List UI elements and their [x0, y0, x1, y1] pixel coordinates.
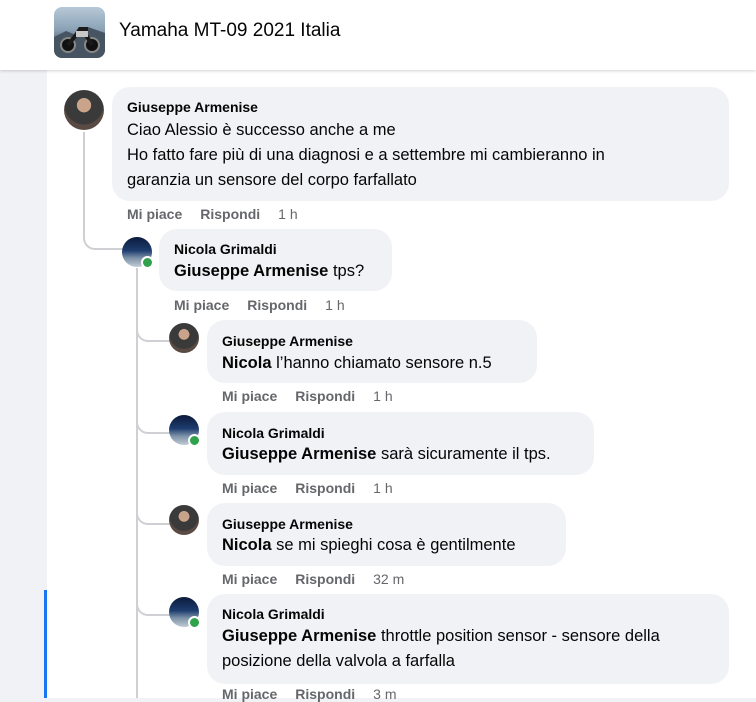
avatar[interactable] [169, 323, 199, 353]
comment-timestamp[interactable]: 1 h [373, 480, 392, 496]
online-status-icon [141, 256, 154, 269]
reply-button[interactable]: Rispondi [295, 480, 355, 496]
comment-line: Ciao Alessio è successo anche a me [127, 121, 396, 139]
like-button[interactable]: Mi piace [222, 686, 277, 702]
thread-connector [136, 312, 170, 342]
comment-body: l’hanno chiamato sensore n.5 [271, 354, 492, 372]
group-cover-image[interactable] [54, 7, 105, 58]
comment-body: throttle position sensor - sensore della [376, 627, 660, 645]
reply-button[interactable]: Rispondi [247, 297, 307, 313]
motorcycle-photo-icon [54, 27, 105, 58]
comment-author[interactable]: Nicola Grimaldi [174, 241, 277, 257]
comment-bubble: Giuseppe Armenise Ciao Alessio è success… [112, 87, 729, 201]
comment-bubble: Giuseppe Armenise Nicola l’hanno chiamat… [207, 320, 537, 383]
comment-body: sarà sicuramente il tps. [376, 445, 551, 463]
group-header: Yamaha MT-09 2021 Italia [0, 0, 756, 70]
comment-actions: Mi piace Rispondi 32 m [222, 571, 404, 587]
comment-author[interactable]: Nicola Grimaldi [222, 425, 325, 441]
comment-actions: Mi piace Rispondi 1 h [222, 388, 393, 404]
online-status-icon [188, 616, 201, 629]
left-gutter [0, 0, 44, 698]
like-button[interactable]: Mi piace [222, 480, 277, 496]
thread-connector [136, 495, 170, 525]
comment-text: Giuseppe Armenise sarà sicuramente il tp… [222, 442, 551, 467]
comment-timestamp[interactable]: 1 h [373, 388, 392, 404]
comment-timestamp[interactable]: 1 h [325, 297, 344, 313]
comment-bubble: Nicola Grimaldi Giuseppe Armenise sarà s… [207, 412, 594, 475]
mention-link[interactable]: Nicola [222, 354, 272, 372]
comment-body: se mi spieghi cosa è gentilmente [271, 536, 516, 554]
like-button[interactable]: Mi piace [222, 571, 277, 587]
reply-button[interactable]: Rispondi [200, 206, 260, 222]
thread-connector [136, 404, 170, 434]
comment-text: Giuseppe Armenise throttle position sens… [222, 624, 722, 674]
comment-author[interactable]: Giuseppe Armenise [127, 99, 258, 115]
avatar[interactable] [64, 90, 104, 130]
reply-button[interactable]: Rispondi [295, 388, 355, 404]
like-button[interactable]: Mi piace [127, 206, 182, 222]
comment-bubble: Nicola Grimaldi Giuseppe Armenise tps? [159, 229, 392, 291]
comment-timestamp[interactable]: 3 m [373, 686, 396, 702]
comment-text: Nicola l’hanno chiamato sensore n.5 [222, 351, 492, 376]
thread-connector [136, 586, 170, 616]
mention-link[interactable]: Giuseppe Armenise [222, 445, 376, 463]
comment-bubble: Giuseppe Armenise Nicola se mi spieghi c… [207, 503, 566, 566]
group-title[interactable]: Yamaha MT-09 2021 Italia [119, 20, 340, 42]
thread-connector [83, 208, 125, 250]
mention-link[interactable]: Nicola [222, 536, 272, 554]
comment-line: Ho fatto fare più di una diagnosi e a se… [127, 146, 605, 164]
comment-timestamp[interactable]: 32 m [373, 571, 404, 587]
like-button[interactable]: Mi piace [174, 297, 229, 313]
comment-author[interactable]: Giuseppe Armenise [222, 333, 353, 349]
comment-text: Nicola se mi spieghi cosa è gentilmente [222, 533, 516, 558]
comment-body: tps? [328, 262, 365, 280]
comment-actions: Mi piace Rispondi 3 m [222, 686, 396, 702]
active-indicator [44, 590, 47, 698]
comment-body: posizione della valvola a farfalla [222, 652, 455, 670]
comment-author[interactable]: Giuseppe Armenise [222, 516, 353, 532]
comment-bubble: Nicola Grimaldi Giuseppe Armenise thrott… [207, 594, 729, 684]
reply-button[interactable]: Rispondi [295, 686, 355, 702]
comment-actions: Mi piace Rispondi 1 h [174, 297, 345, 313]
online-status-icon [188, 434, 201, 447]
comment-actions: Mi piace Rispondi 1 h [222, 480, 393, 496]
comment-text: Ciao Alessio è successo anche a me Ho fa… [127, 118, 727, 193]
reply-button[interactable]: Rispondi [295, 571, 355, 587]
comment-actions: Mi piace Rispondi 1 h [127, 206, 298, 222]
thread-line [83, 132, 85, 212]
comment-author[interactable]: Nicola Grimaldi [222, 606, 325, 622]
like-button[interactable]: Mi piace [222, 388, 277, 404]
mention-link[interactable]: Giuseppe Armenise [222, 627, 376, 645]
comment-timestamp[interactable]: 1 h [278, 206, 297, 222]
comment-line: garanzia un sensore del corpo farfallato [127, 171, 417, 189]
comment-text: Giuseppe Armenise tps? [174, 259, 364, 284]
avatar[interactable] [169, 505, 199, 535]
mention-link[interactable]: Giuseppe Armenise [174, 262, 328, 280]
